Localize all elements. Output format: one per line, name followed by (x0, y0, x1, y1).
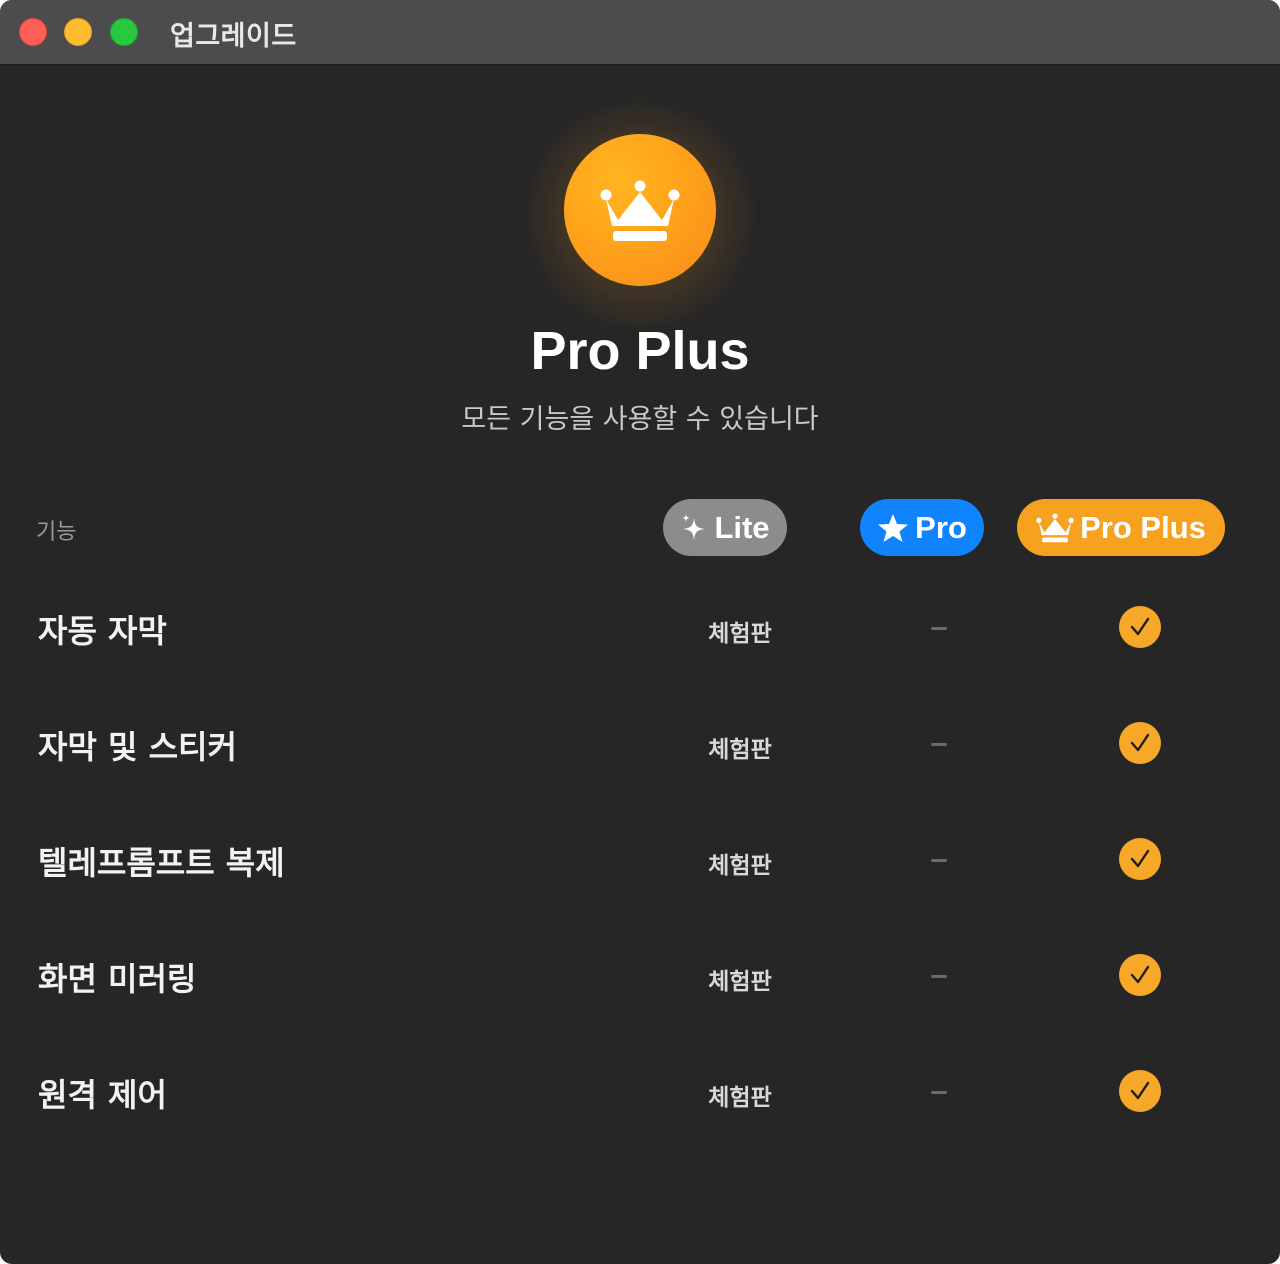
check-icon (1119, 954, 1161, 996)
window-title: 업그레이드 (170, 21, 297, 52)
check-icon (1119, 606, 1161, 648)
feature-name: 자막 및 스티커 (38, 728, 237, 766)
check-icon (1119, 722, 1161, 764)
feature-row: 자동 자막 체험판 (0, 598, 1280, 658)
crown-icon (600, 180, 680, 241)
feature-row: 자막 및 스티커 체험판 (0, 714, 1280, 774)
star-icon (877, 512, 909, 544)
hero-badge (564, 134, 716, 286)
zoom-window-button[interactable] (110, 18, 138, 46)
dash-icon (931, 743, 947, 746)
dash-icon (931, 627, 947, 630)
plan-badge-lite-label: Lite (714, 509, 770, 545)
check-icon (1119, 838, 1161, 880)
dash-icon (931, 1091, 947, 1094)
plan-subtitle: 모든 기능을 사용할 수 있습니다 (461, 404, 819, 435)
check-icon (1119, 1070, 1161, 1112)
plan-badge-lite: Lite (663, 499, 787, 556)
lite-value: 체험판 (708, 737, 772, 763)
lite-value: 체험판 (708, 621, 772, 647)
plan-badge-pro-plus: Pro Plus (1017, 499, 1225, 556)
feature-row: 텔레프롬프트 복제 체험판 (0, 830, 1280, 890)
lite-value: 체험판 (708, 853, 772, 879)
feature-name: 자동 자막 (38, 612, 167, 650)
feature-row: 화면 미러링 체험판 (0, 946, 1280, 1006)
lite-value: 체험판 (708, 969, 772, 995)
feature-column-header: 기능 (36, 520, 77, 545)
close-window-button[interactable] (19, 18, 47, 46)
plan-badge-pro-plus-label: Pro Plus (1080, 509, 1206, 545)
upgrade-window: 업그레이드 Pro Plus 모든 기능을 사용할 수 있습니다 기능 Lite (0, 0, 1280, 1264)
dash-icon (931, 975, 947, 978)
plan-badge-pro-label: Pro (915, 509, 967, 545)
feature-name: 원격 제어 (38, 1076, 167, 1114)
plan-badge-pro: Pro (860, 499, 984, 556)
feature-row: 원격 제어 체험판 (0, 1062, 1280, 1122)
dash-icon (931, 859, 947, 862)
title-bar[interactable]: 업그레이드 (0, 0, 1280, 65)
plan-title: Pro Plus (530, 321, 750, 381)
crown-icon (1036, 513, 1074, 543)
minimize-window-button[interactable] (64, 18, 92, 46)
feature-name: 화면 미러링 (38, 960, 197, 998)
sparkles-icon (680, 512, 708, 544)
lite-value: 체험판 (708, 1085, 772, 1111)
feature-name: 텔레프롬프트 복제 (38, 844, 285, 882)
